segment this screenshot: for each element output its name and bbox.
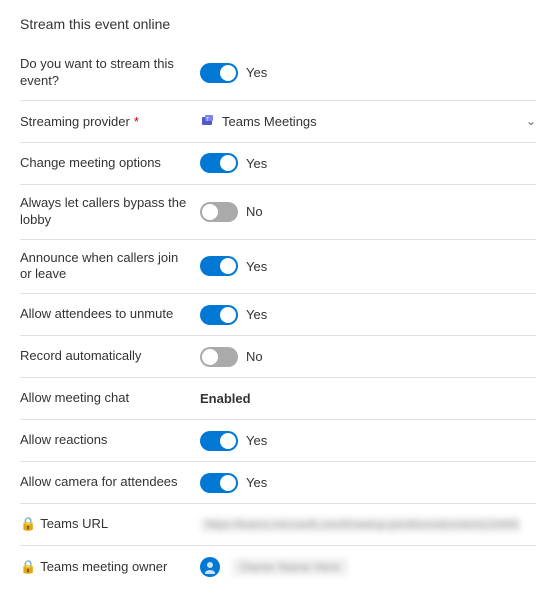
announce-callers-value: Yes: [200, 256, 536, 276]
page-title: Stream this event online: [20, 16, 536, 32]
bypass-lobby-value: No: [200, 202, 536, 222]
allow-reactions-toggle[interactable]: [200, 431, 238, 451]
allow-reactions-toggle-label: Yes: [246, 433, 267, 448]
allow-camera-toggle[interactable]: [200, 473, 238, 493]
allow-camera-toggle-label: Yes: [246, 475, 267, 490]
announce-callers-toggle-label: Yes: [246, 259, 267, 274]
teams-url-text: https://teams.microsoft.com/l/meetup-joi…: [200, 517, 520, 533]
meeting-chat-label: Allow meeting chat: [20, 390, 200, 407]
announce-callers-label: Announce when callers join or leave: [20, 250, 200, 284]
record-auto-row: Record automatically No: [20, 336, 536, 378]
announce-callers-toggle[interactable]: [200, 256, 238, 276]
required-star: *: [134, 114, 139, 129]
allow-camera-row: Allow camera for attendees Yes: [20, 462, 536, 504]
stream-event-toggle[interactable]: [200, 63, 238, 83]
streaming-provider-value: T Teams Meetings ⌄: [200, 113, 536, 129]
teams-owner-value: Owner Name Here: [200, 557, 536, 577]
teams-url-row: 🔒 Teams URL https://teams.microsoft.com/…: [20, 504, 536, 546]
stream-event-label: Do you want to stream this event?: [20, 56, 200, 90]
record-auto-toggle[interactable]: [200, 347, 238, 367]
svg-text:T: T: [206, 117, 209, 123]
chevron-down-icon[interactable]: ⌄: [526, 114, 536, 128]
bypass-lobby-toggle-label: No: [246, 204, 263, 219]
owner-name: Owner Name Here: [232, 558, 348, 576]
bypass-lobby-toggle[interactable]: [200, 202, 238, 222]
streaming-provider-row: Streaming provider * T Teams Meetings ⌄: [20, 101, 536, 143]
allow-camera-label: Allow camera for attendees: [20, 474, 200, 491]
change-meeting-options-value: Yes: [200, 153, 536, 173]
allow-reactions-label: Allow reactions: [20, 432, 200, 449]
allow-reactions-value: Yes: [200, 431, 536, 451]
stream-event-toggle-label: Yes: [246, 65, 267, 80]
provider-inner: T Teams Meetings: [200, 113, 317, 129]
record-auto-toggle-label: No: [246, 349, 263, 364]
record-auto-label: Record automatically: [20, 348, 200, 365]
teams-meetings-icon: T: [200, 113, 216, 129]
meeting-chat-status: Enabled: [200, 391, 251, 406]
meeting-chat-row: Allow meeting chat Enabled: [20, 378, 536, 420]
lock-icon: 🔒: [20, 516, 36, 533]
teams-url-label: 🔒 Teams URL: [20, 516, 200, 533]
bypass-lobby-row: Always let callers bypass the lobby No: [20, 185, 536, 240]
teams-owner-label: 🔒 Teams meeting owner: [20, 559, 200, 576]
teams-url-value: https://teams.microsoft.com/l/meetup-joi…: [200, 517, 536, 533]
stream-event-value: Yes: [200, 63, 536, 83]
change-meeting-options-label: Change meeting options: [20, 155, 200, 172]
stream-event-row: Do you want to stream this event? Yes: [20, 46, 536, 101]
streaming-provider-label: Streaming provider *: [20, 114, 200, 129]
teams-owner-row: 🔒 Teams meeting owner Owner Name Here: [20, 546, 536, 588]
change-meeting-options-toggle[interactable]: [200, 153, 238, 173]
meeting-chat-value: Enabled: [200, 391, 536, 406]
allow-unmute-label: Allow attendees to unmute: [20, 306, 200, 323]
stream-event-container: Stream this event online Do you want to …: [0, 0, 556, 604]
announce-callers-row: Announce when callers join or leave Yes: [20, 240, 536, 295]
allow-reactions-row: Allow reactions Yes: [20, 420, 536, 462]
allow-unmute-toggle-label: Yes: [246, 307, 267, 322]
lock-icon-owner: 🔒: [20, 559, 36, 576]
change-meeting-options-toggle-label: Yes: [246, 156, 267, 171]
allow-unmute-value: Yes: [200, 305, 536, 325]
bypass-lobby-label: Always let callers bypass the lobby: [20, 195, 200, 229]
allow-camera-value: Yes: [200, 473, 536, 493]
record-auto-value: No: [200, 347, 536, 367]
provider-name: Teams Meetings: [222, 114, 317, 129]
owner-avatar: [200, 557, 220, 577]
allow-unmute-row: Allow attendees to unmute Yes: [20, 294, 536, 336]
allow-unmute-toggle[interactable]: [200, 305, 238, 325]
change-meeting-options-row: Change meeting options Yes: [20, 143, 536, 185]
